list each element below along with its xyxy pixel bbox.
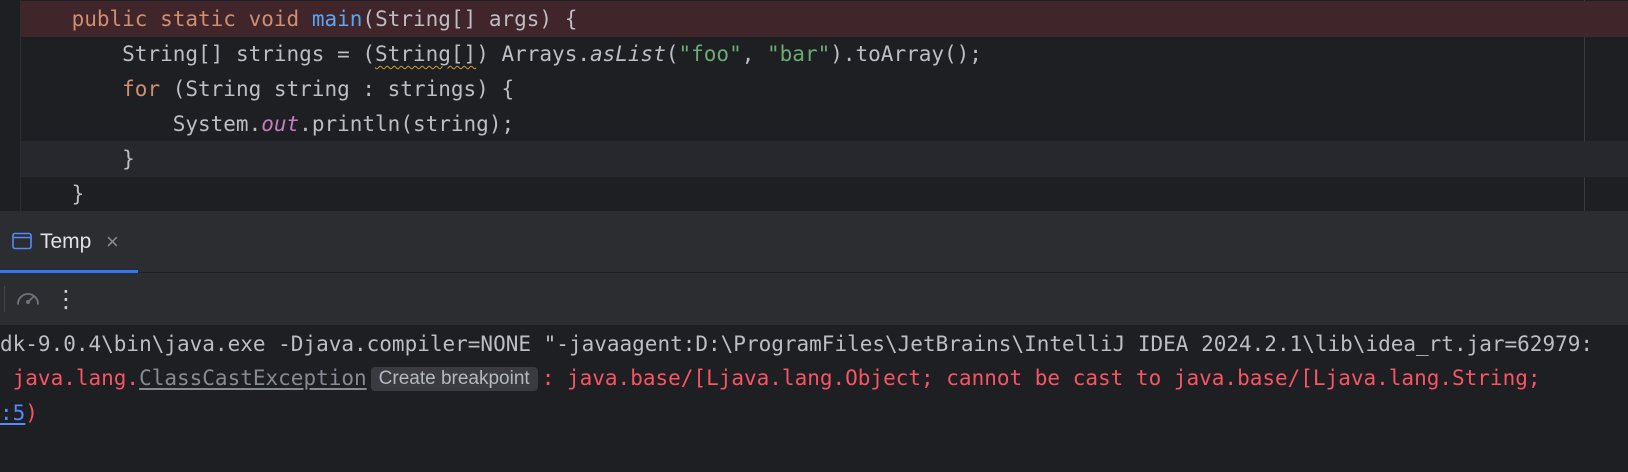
run-tool-window-tabs: Temp × bbox=[0, 211, 1628, 273]
code-line-1[interactable]: public static void main(String[] args) { bbox=[21, 1, 1628, 37]
keyword-public: public bbox=[71, 7, 148, 31]
tab-temp-label: Temp bbox=[40, 230, 92, 253]
code-line-3[interactable]: for (String string : strings) { bbox=[21, 71, 1628, 107]
keyword-for: for bbox=[122, 77, 161, 101]
exception-class-link[interactable]: ClassCastException bbox=[139, 366, 367, 390]
toolbar-separator bbox=[4, 286, 5, 312]
declaration: String[] strings = ( bbox=[122, 42, 376, 66]
code-line-4[interactable]: System.out.println(string); bbox=[21, 106, 1628, 142]
cast-type-warning[interactable]: String[] bbox=[375, 42, 476, 66]
comma: , bbox=[741, 42, 768, 66]
method-params: (String[] args) { bbox=[362, 7, 578, 31]
as-list-method: asList bbox=[589, 42, 666, 66]
console-command-line: dk-9.0.4\bin\java.exe -Djava.compiler=NO… bbox=[0, 332, 1594, 356]
console-stack-line: :5) bbox=[0, 395, 1628, 431]
println-call: .println(string); bbox=[299, 112, 515, 136]
more-vertical-icon: ⋮ bbox=[54, 285, 78, 313]
speedometer-icon bbox=[15, 285, 41, 314]
code-editor[interactable]: public static void main(String[] args) {… bbox=[0, 0, 1628, 211]
console-exception-line: java.lang.ClassCastException Create break… bbox=[0, 360, 1628, 396]
open-paren: ( bbox=[665, 42, 679, 66]
debug-speed-button[interactable] bbox=[12, 283, 44, 315]
stack-close-paren: ) bbox=[25, 401, 38, 425]
string-bar: "bar" bbox=[767, 42, 831, 66]
to-array-call: ).toArray(); bbox=[830, 42, 982, 66]
code-line-2[interactable]: String[] strings = (String[]) Arrays.asL… bbox=[21, 36, 1628, 72]
code-line-6[interactable]: } bbox=[21, 176, 1628, 211]
system-class: System. bbox=[172, 112, 262, 136]
string-foo: "foo" bbox=[678, 42, 742, 66]
keyword-void: void bbox=[248, 7, 300, 31]
tab-temp[interactable]: Temp × bbox=[0, 211, 138, 273]
console-output[interactable]: dk-9.0.4\bin\java.exe -Djava.compiler=NO… bbox=[0, 325, 1628, 472]
exception-prefix: java.lang. bbox=[0, 366, 140, 390]
for-header: (String string : strings) { bbox=[160, 77, 515, 101]
exception-message: : java.base/[Ljava.lang.Object; cannot b… bbox=[541, 366, 1541, 390]
source-location-link[interactable]: :5 bbox=[0, 401, 25, 425]
create-breakpoint-button[interactable]: Create breakpoint bbox=[370, 367, 538, 391]
code-line-5-current[interactable]: } bbox=[21, 141, 1628, 177]
close-tab-icon[interactable]: × bbox=[106, 211, 119, 273]
method-name: main bbox=[311, 7, 363, 31]
after-cast: ) Arrays. bbox=[476, 42, 590, 66]
keyword-static: static bbox=[160, 7, 236, 31]
out-field: out bbox=[261, 112, 300, 136]
more-options-button[interactable]: ⋮ bbox=[50, 283, 82, 315]
run-toolbar: ⋮ bbox=[0, 273, 1628, 325]
console-window-icon bbox=[12, 232, 32, 256]
